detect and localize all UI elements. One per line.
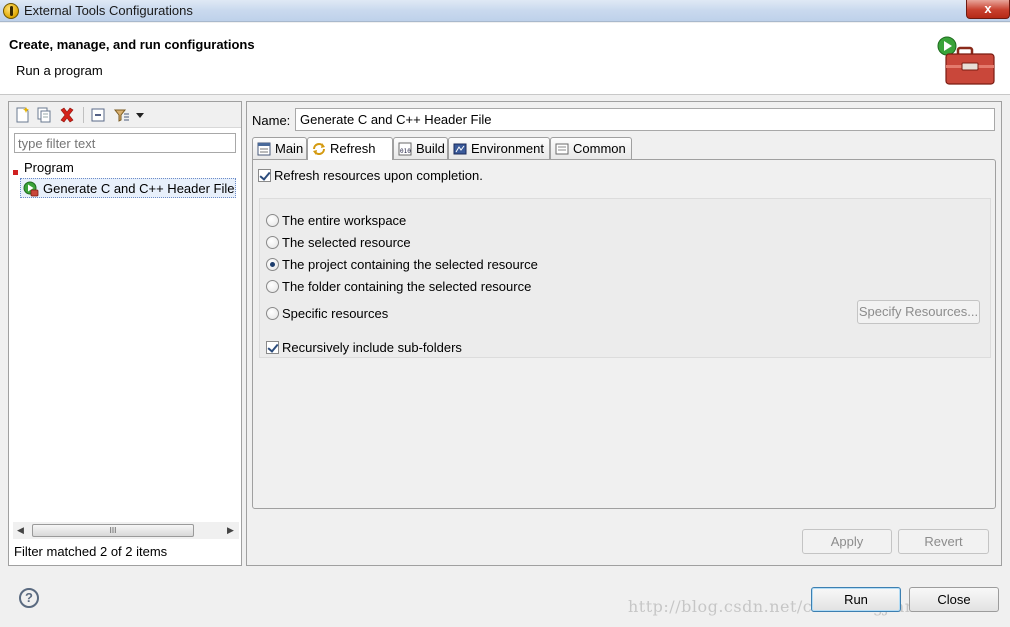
chevron-down-icon[interactable] bbox=[134, 106, 146, 124]
scroll-right-icon[interactable]: ▶ bbox=[227, 525, 234, 536]
radio-folder-containing[interactable] bbox=[266, 280, 279, 293]
tab-common[interactable]: Common bbox=[550, 137, 632, 159]
tab-environment[interactable]: Environment bbox=[448, 137, 550, 159]
window-title-bar: External Tools Configurations x bbox=[0, 0, 1010, 22]
external-tool-icon bbox=[23, 181, 39, 197]
configuration-editor: Name: Generate C and C++ Header File Mai… bbox=[246, 101, 1002, 566]
window-close-button[interactable]: x bbox=[966, 0, 1010, 19]
configurations-toolbar bbox=[9, 102, 241, 128]
tab-main-label: Main bbox=[275, 141, 304, 156]
tab-refresh[interactable]: Refresh bbox=[307, 137, 393, 160]
radio-entire-workspace-label: The entire workspace bbox=[282, 213, 407, 228]
run-button[interactable]: Run bbox=[811, 587, 901, 612]
tab-refresh-label: Refresh bbox=[330, 141, 376, 156]
name-field[interactable]: Generate C and C++ Header File bbox=[295, 108, 995, 131]
radio-project-containing[interactable] bbox=[266, 258, 279, 271]
tree-category-program[interactable]: Program bbox=[24, 160, 74, 175]
revert-button[interactable]: Revert bbox=[898, 529, 989, 554]
toolbox-run-icon bbox=[937, 36, 995, 85]
program-category-icon bbox=[13, 170, 18, 175]
recursive-checkbox[interactable] bbox=[266, 341, 279, 354]
help-icon[interactable]: ? bbox=[19, 588, 39, 608]
environment-icon bbox=[453, 143, 467, 155]
svg-text:010: 010 bbox=[400, 148, 411, 155]
radio-selected-resource[interactable] bbox=[266, 236, 279, 249]
configurations-panel: Program Generate C and C++ Header File ◀… bbox=[8, 101, 242, 566]
specify-resources-button[interactable]: Specify Resources... bbox=[857, 300, 980, 324]
radio-project-containing-label: The project containing the selected reso… bbox=[282, 257, 538, 272]
build-icon: 010 bbox=[398, 142, 412, 156]
radio-folder-containing-label: The folder containing the selected resou… bbox=[282, 279, 532, 294]
main-tab-icon bbox=[257, 142, 271, 156]
filter-icon[interactable] bbox=[113, 106, 131, 124]
tab-common-label: Common bbox=[573, 141, 626, 156]
refresh-checkbox-label: Refresh resources upon completion. bbox=[274, 168, 483, 183]
common-icon bbox=[555, 143, 569, 155]
tab-build-label: Build bbox=[416, 141, 445, 156]
scroll-left-icon[interactable]: ◀ bbox=[17, 525, 24, 536]
name-label: Name: bbox=[252, 113, 291, 128]
refresh-checkbox[interactable] bbox=[258, 169, 271, 182]
radio-selected-resource-label: The selected resource bbox=[282, 235, 411, 250]
filter-input[interactable] bbox=[14, 133, 236, 153]
refresh-icon bbox=[313, 143, 325, 155]
tree-item-label: Generate C and C++ Header File bbox=[43, 181, 235, 196]
duplicate-icon[interactable] bbox=[35, 106, 53, 124]
radio-entire-workspace[interactable] bbox=[266, 214, 279, 227]
toolbar-separator bbox=[83, 107, 84, 123]
eclipse-app-icon bbox=[3, 3, 19, 19]
dialog-subheading: Run a program bbox=[16, 63, 103, 78]
collapse-all-icon[interactable] bbox=[89, 106, 107, 124]
delete-icon[interactable] bbox=[58, 106, 76, 124]
horizontal-scrollbar[interactable]: ◀ III ▶ bbox=[13, 522, 239, 539]
refresh-tab-content: Refresh resources upon completion. The e… bbox=[252, 159, 996, 509]
tree-item-generate-header[interactable]: Generate C and C++ Header File bbox=[20, 178, 236, 198]
radio-specific-resources-label: Specific resources bbox=[282, 306, 389, 321]
refresh-scope-group: The entire workspace The selected resour… bbox=[259, 198, 991, 358]
close-button[interactable]: Close bbox=[909, 587, 999, 612]
recursive-checkbox-label: Recursively include sub-folders bbox=[282, 340, 462, 355]
dialog-heading: Create, manage, and run configurations bbox=[9, 37, 255, 52]
radio-specific-resources[interactable] bbox=[266, 307, 279, 320]
tab-main[interactable]: Main bbox=[252, 137, 307, 159]
tab-environment-label: Environment bbox=[471, 141, 544, 156]
filter-status: Filter matched 2 of 2 items bbox=[14, 544, 168, 559]
tab-build[interactable]: 010 Build bbox=[393, 137, 448, 159]
window-title: External Tools Configurations bbox=[24, 3, 193, 18]
new-launch-config-icon[interactable] bbox=[14, 106, 32, 124]
scrollbar-thumb[interactable]: III bbox=[32, 524, 194, 537]
dialog-header: Create, manage, and run configurations R… bbox=[0, 23, 1010, 95]
apply-button[interactable]: Apply bbox=[802, 529, 892, 554]
